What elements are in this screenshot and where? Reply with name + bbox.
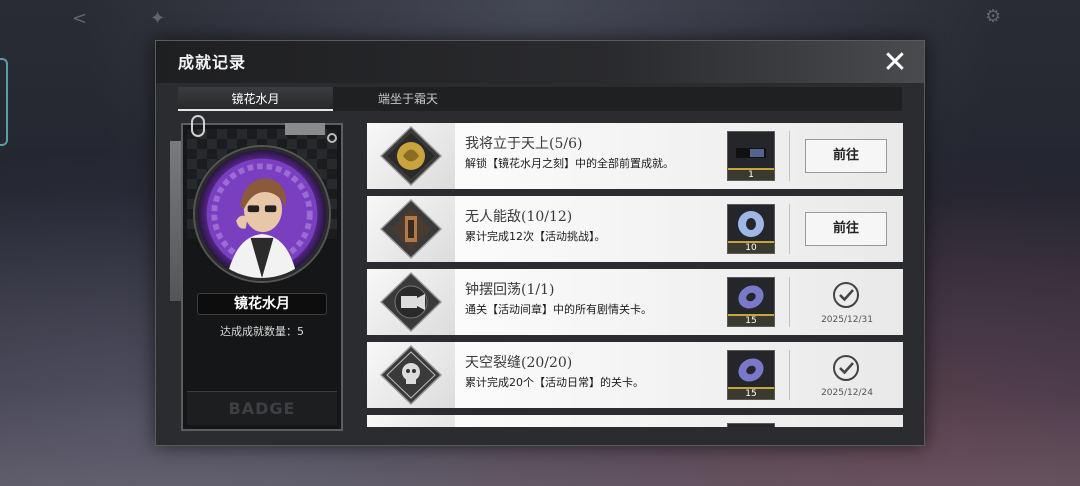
achievement-row: 天空裂缝(20/20) 累计完成20个【活动日常】的关卡。 15 2025/12… — [367, 342, 903, 408]
skull-emblem-icon — [379, 344, 443, 406]
achievement-emblem — [367, 415, 455, 427]
background-topbar: < ✦ ⚙ — [0, 0, 1080, 42]
close-icon[interactable]: ✕ — [878, 46, 912, 80]
tab-kyoka-suigetsu[interactable]: 镜花水月 — [178, 87, 333, 111]
character-name-plate: 镜花水月 — [197, 293, 327, 315]
gear-icon: ⚙ — [985, 6, 1002, 27]
gold-emblem-icon — [379, 125, 443, 187]
achievement-emblem — [367, 196, 455, 262]
reward-item[interactable] — [727, 423, 775, 427]
reward-qty: 15 — [728, 387, 774, 399]
completed-check-icon — [833, 355, 859, 381]
reward-item[interactable]: 15 — [727, 277, 775, 327]
badge-footer-label: BADGE — [187, 391, 337, 425]
reward-item[interactable]: 1 — [727, 131, 775, 181]
ring-token-icon — [738, 211, 764, 237]
image-reward-icon — [736, 148, 766, 158]
row-divider — [789, 350, 790, 400]
achievement-title: 钟摆回荡(1/1) — [465, 282, 555, 298]
badge-hook — [191, 115, 205, 137]
goto-button[interactable]: 前往 — [805, 139, 887, 173]
camera-emblem-icon — [379, 271, 443, 333]
row-divider — [789, 277, 790, 327]
badge-clip — [285, 123, 325, 135]
goto-button[interactable]: 前往 — [805, 212, 887, 246]
row-divider — [789, 131, 790, 181]
achievement-desc: 累计完成20个【活动日常】的关卡。 — [465, 376, 644, 389]
achievement-title: 无人能敌(10/12) — [465, 209, 573, 225]
settings-icon: ✦ — [150, 8, 166, 29]
achievement-title: 天空裂缝(20/20) — [465, 355, 573, 371]
ring-token-icon — [738, 285, 764, 309]
reward-qty: 1 — [728, 168, 774, 180]
modal-header: 成就记录 ✕ — [156, 41, 924, 83]
achievement-row-partial — [367, 415, 903, 427]
achievement-row: 无人能敌(10/12) 累计完成12次【活动挑战】。 10 前往 — [367, 196, 903, 262]
reward-item[interactable]: 15 — [727, 350, 775, 400]
reward-qty: 15 — [728, 314, 774, 326]
achievement-emblem — [367, 123, 455, 189]
achievement-desc: 累计完成12次【活动挑战】。 — [465, 230, 606, 243]
achievement-list[interactable]: 我将立于天上(5/6) 解锁【镜花水月之刻】中的全部前置成就。 1 前往 无人能… — [367, 123, 903, 427]
ring-token-icon — [738, 358, 764, 382]
badge-card: 镜花水月 达成成就数量：5 BADGE — [181, 115, 343, 431]
row-divider — [789, 204, 790, 254]
achievement-row: 钟摆回荡(1/1) 通关【活动间章】中的所有剧情关卡。 15 2025/12/3… — [367, 269, 903, 335]
achievement-emblem — [367, 342, 455, 408]
achievement-desc: 通关【活动间章】中的所有剧情关卡。 — [465, 303, 652, 316]
side-tab-handle[interactable] — [0, 58, 8, 146]
completion-date: 2025/12/24 — [821, 388, 873, 398]
tab-frost-heaven[interactable]: 端坐于霜天 — [358, 87, 458, 111]
reward-item[interactable]: 10 — [727, 204, 775, 254]
achievement-modal: 成就记录 ✕ 镜花水月 端坐于霜天 镜花水月 达成成就数量：5 BADGE 我将… — [155, 40, 925, 446]
achievement-title: 我将立于天上(5/6) — [465, 136, 583, 152]
achievement-desc: 解锁【镜花水月之刻】中的全部前置成就。 — [465, 157, 674, 170]
achievement-emblem — [367, 269, 455, 335]
achievement-count: 达成成就数量：5 — [220, 325, 304, 338]
character-avatar — [195, 147, 329, 281]
tower-emblem-icon — [379, 198, 443, 260]
reward-qty: 10 — [728, 241, 774, 253]
modal-title: 成就记录 — [178, 53, 247, 72]
tabs-bar: 镜花水月 端坐于霜天 — [178, 87, 902, 111]
completed-check-icon — [833, 282, 859, 308]
share-icon: < — [72, 8, 88, 29]
achievement-row: 我将立于天上(5/6) 解锁【镜花水月之刻】中的全部前置成就。 1 前往 — [367, 123, 903, 189]
completion-date: 2025/12/31 — [821, 315, 873, 325]
badge-hole — [327, 133, 337, 143]
